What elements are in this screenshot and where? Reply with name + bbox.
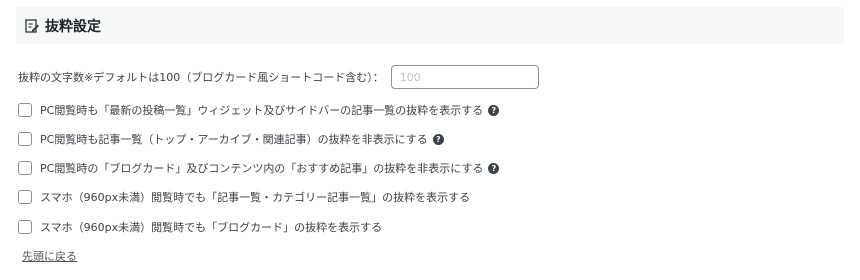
section-header: 抜粋設定 xyxy=(16,7,844,44)
section-title: 抜粋設定 xyxy=(45,18,101,35)
back-to-top-link[interactable]: 先頭に戻る xyxy=(22,248,77,264)
help-icon[interactable]: ? xyxy=(488,104,500,116)
checkbox[interactable] xyxy=(18,103,32,117)
option-label: スマホ（960px未満）閲覧時でも「記事一覧・カテゴリー記事一覧」の抜粋を表示す… xyxy=(40,191,471,204)
option-row-1[interactable]: PC閲覧時も「最新の投稿一覧」ウィジェット及びサイドバーの記事一覧の抜粋を表示す… xyxy=(18,101,500,119)
excerpt-length-label: 抜粋の文字数※デフォルトは100（ブログカード風ショートコード含む）： xyxy=(18,71,384,84)
option-label: スマホ（960px未満）閲覧時でも「ブログカード」の抜粋を表示する xyxy=(40,221,383,234)
option-row-5[interactable]: スマホ（960px未満）閲覧時でも「ブログカード」の抜粋を表示する xyxy=(18,218,382,236)
excerpt-length-row: 抜粋の文字数※デフォルトは100（ブログカード風ショートコード含む）： xyxy=(18,65,539,89)
checkbox[interactable] xyxy=(18,161,32,175)
option-row-4[interactable]: スマホ（960px未満）閲覧時でも「記事一覧・カテゴリー記事一覧」の抜粋を表示す… xyxy=(18,188,470,206)
edit-icon xyxy=(24,18,40,34)
excerpt-length-input[interactable] xyxy=(390,65,539,89)
option-row-2[interactable]: PC閲覧時も記事一覧（トップ・アーカイブ・関連記事）の抜粋を非表示にする ? xyxy=(18,130,444,148)
help-icon[interactable]: ? xyxy=(432,133,444,145)
checkbox[interactable] xyxy=(18,220,32,234)
checkbox[interactable] xyxy=(18,132,32,146)
option-row-3[interactable]: PC閲覧時の「ブログカード」及びコンテンツ内の「おすすめ記事」の抜粋を非表示にす… xyxy=(18,159,500,177)
option-label: PC閲覧時も記事一覧（トップ・アーカイブ・関連記事）の抜粋を非表示にする xyxy=(40,133,428,146)
option-label: PC閲覧時も「最新の投稿一覧」ウィジェット及びサイドバーの記事一覧の抜粋を表示す… xyxy=(40,104,484,117)
option-label: PC閲覧時の「ブログカード」及びコンテンツ内の「おすすめ記事」の抜粋を非表示にす… xyxy=(40,162,484,175)
help-icon[interactable]: ? xyxy=(488,162,500,174)
checkbox[interactable] xyxy=(18,190,32,204)
